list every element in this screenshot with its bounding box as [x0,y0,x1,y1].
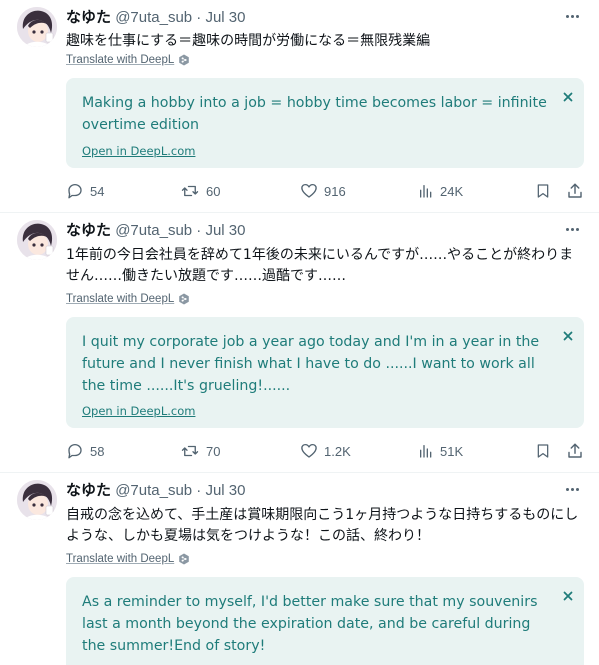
repost-button[interactable]: 60 [180,180,220,202]
like-count: 1.2K [324,443,351,459]
translate-label[interactable]: Translate with DeepL [66,553,174,565]
bookmark-icon [537,184,549,198]
translate-with-deepl[interactable]: Translate with DeepL [66,551,190,567]
translation-box: I quit my corporate job a year ago today… [66,317,584,428]
views-icon [420,445,432,458]
more-icon[interactable] [562,6,582,26]
share-button[interactable] [566,440,584,462]
like-icon [301,443,317,458]
timeline-feed: なゆた @7uta_sub · Jul 30 趣味を仕事にする＝趣味の時間が労働… [0,0,599,665]
views-icon [420,185,432,198]
close-icon[interactable] [562,590,574,602]
deepl-icon [179,553,190,565]
reply-button[interactable]: 54 [66,180,104,202]
like-count: 916 [324,183,346,199]
repost-count: 60 [206,183,221,199]
repost-icon [181,185,199,197]
repost-icon [181,445,199,457]
author-handle-date[interactable]: @7uta_sub · Jul 30 [115,482,245,499]
reply-count: 58 [90,443,105,459]
share-icon [568,183,582,198]
reply-count: 54 [90,183,105,199]
author-name[interactable]: なゆた [66,222,111,239]
translation-text: Making a hobby into a job = hobby time b… [82,95,547,133]
tweet[interactable]: なゆた @7uta_sub · Jul 30 1年前の今日会社員を辞めて1年後の… [0,213,599,473]
translate-label[interactable]: Translate with DeepL [66,54,174,66]
translate-with-deepl[interactable]: Translate with DeepL [66,52,190,68]
tweet-header: なゆた @7uta_sub · Jul 30 [66,481,539,501]
views-button[interactable]: 51K [418,440,463,462]
deepl-icon [179,54,190,66]
views-count: 24K [440,183,464,199]
repost-count: 70 [206,443,221,459]
views-button[interactable]: 24K [418,180,463,202]
tweet-text: 1年前の今日会社員を辞めて1年後の未来にいるんですが……やることが終わりません…… [66,247,574,284]
tweet-header: なゆた @7uta_sub · Jul 30 [66,221,539,241]
reply-icon [68,183,82,199]
bookmark-button[interactable] [535,180,551,202]
open-in-deepl-link[interactable]: Open in DeepL.com [82,404,195,418]
translation-box: As a reminder to myself, I'd better make… [66,577,584,665]
open-in-deepl-link[interactable]: Open in DeepL.com [82,144,195,158]
tweet-actions: 58 70 1.2K 51K [66,440,585,462]
author-handle-date[interactable]: @7uta_sub · Jul 30 [115,222,245,239]
bookmark-icon [537,444,549,458]
views-count: 51K [440,443,464,459]
close-icon[interactable] [562,330,574,342]
avatar[interactable] [17,7,57,47]
translate-label[interactable]: Translate with DeepL [66,293,174,305]
author-name[interactable]: なゆた [66,9,111,26]
tweet[interactable]: なゆた @7uta_sub · Jul 30 自戒の念を込めて、手土産は賞味期限… [0,473,599,665]
translation-text: As a reminder to myself, I'd better make… [82,594,538,654]
translation-box: Making a hobby into a job = hobby time b… [66,78,584,168]
translation-text: I quit my corporate job a year ago today… [82,334,540,394]
tweet-text: 自戒の念を込めて、手土産は賞味期限向こう1ヶ月持つような日持ちするものにしような… [66,507,579,544]
avatar[interactable] [17,220,57,260]
reply-button[interactable]: 58 [66,440,104,462]
bookmark-button[interactable] [535,440,551,462]
avatar[interactable] [17,480,57,520]
like-button[interactable]: 1.2K [300,440,351,462]
tweet-actions: 54 60 916 24K [66,180,585,202]
repost-button[interactable]: 70 [180,440,220,462]
translate-with-deepl[interactable]: Translate with DeepL [66,291,190,307]
tweet-text: 趣味を仕事にする＝趣味の時間が労働になる＝無限残業編 [66,33,431,49]
share-icon [568,443,582,458]
like-button[interactable]: 916 [300,180,346,202]
deepl-icon [179,293,190,305]
tweet[interactable]: なゆた @7uta_sub · Jul 30 趣味を仕事にする＝趣味の時間が労働… [0,0,599,213]
tweet-header: なゆた @7uta_sub · Jul 30 [66,8,539,28]
author-name[interactable]: なゆた [66,482,111,499]
like-icon [301,183,317,198]
more-icon[interactable] [562,219,582,239]
share-button[interactable] [566,180,584,202]
author-handle-date[interactable]: @7uta_sub · Jul 30 [115,9,245,26]
close-icon[interactable] [562,91,574,103]
more-icon[interactable] [562,479,582,499]
reply-icon [68,443,82,459]
